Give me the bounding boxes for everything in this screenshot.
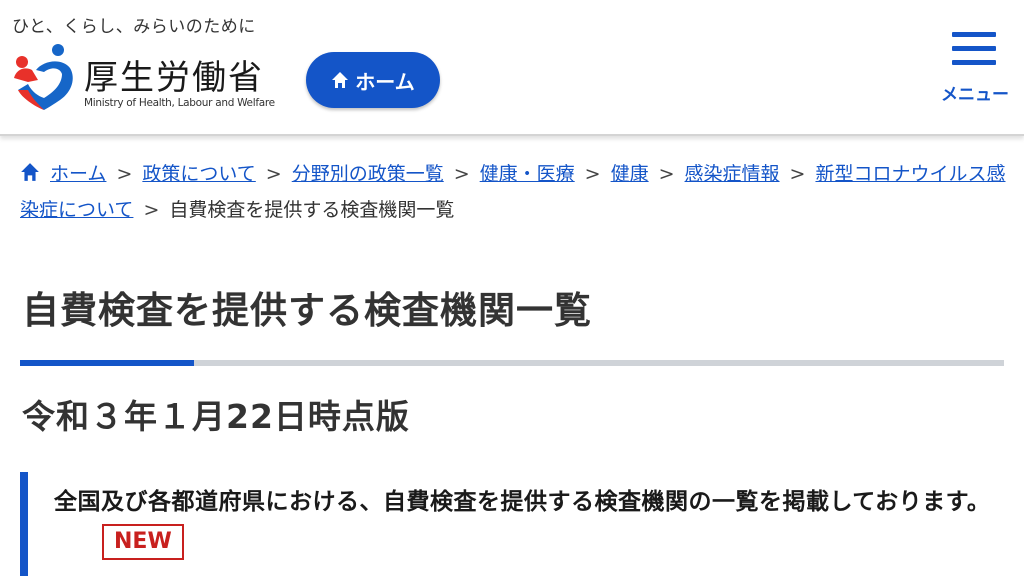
breadcrumb-link-policy[interactable]: 政策について [142, 163, 255, 185]
breadcrumb-link-policy-list[interactable]: 分野別の政策一覧 [292, 163, 444, 185]
breadcrumb-separator: > [265, 163, 282, 185]
site-header: ひと、くらし、みらいのために 厚生労働省 Ministry of Health,… [0, 0, 1024, 136]
version-date-heading: 令和３年１月22日時点版 [22, 397, 410, 436]
title-divider [20, 360, 1004, 366]
new-badge: NEW [102, 524, 184, 560]
notice-text: 全国及び各都道府県における、自費検査を提供する検査機関の一覧を掲載しております。… [54, 482, 1006, 564]
breadcrumb-link-infectious-disease[interactable]: 感染症情報 [685, 163, 780, 185]
breadcrumb-separator: > [143, 199, 160, 221]
breadcrumb-link-health[interactable]: 健康 [611, 163, 649, 185]
breadcrumb-separator: > [658, 163, 675, 185]
home-icon [332, 72, 349, 88]
breadcrumb-separator: > [584, 163, 601, 185]
notice-block: 全国及び各都道府県における、自費検査を提供する検査機関の一覧を掲載しております。… [20, 472, 1006, 576]
breadcrumb-link-home[interactable]: ホーム [50, 163, 106, 185]
breadcrumb-current: 自費検査を提供する検査機関一覧 [169, 199, 455, 221]
page-title: 自費検査を提供する検査機関一覧 [22, 289, 592, 332]
notice-message: 全国及び各都道府県における、自費検査を提供する検査機関の一覧を掲載しております。 [54, 489, 991, 515]
home-icon [21, 163, 39, 181]
breadcrumb-separator: > [453, 163, 470, 185]
menu-button[interactable]: メニュー [934, 32, 1016, 105]
menu-button-label: メニュー [941, 85, 1009, 105]
logo-english: Ministry of Health, Labour and Welfare [84, 97, 275, 109]
home-button-label: ホーム [355, 69, 415, 94]
site-tagline: ひと、くらし、みらいのために [12, 17, 256, 37]
mhlw-logo-icon [14, 44, 73, 110]
breadcrumb-separator: > [789, 163, 806, 185]
logo-wordmark: 厚生労働省 [84, 58, 264, 98]
breadcrumb: ホーム > 政策について > 分野別の政策一覧 > 健康・医療 > 健康 > 感染症情報 > 新型コロナ… [20, 156, 1010, 228]
breadcrumb-separator: > [116, 163, 133, 185]
breadcrumb-link-health-medical[interactable]: 健康・医療 [480, 163, 575, 185]
title-divider-accent [20, 360, 194, 366]
hamburger-icon [952, 32, 996, 68]
home-button[interactable]: ホーム [306, 52, 440, 108]
